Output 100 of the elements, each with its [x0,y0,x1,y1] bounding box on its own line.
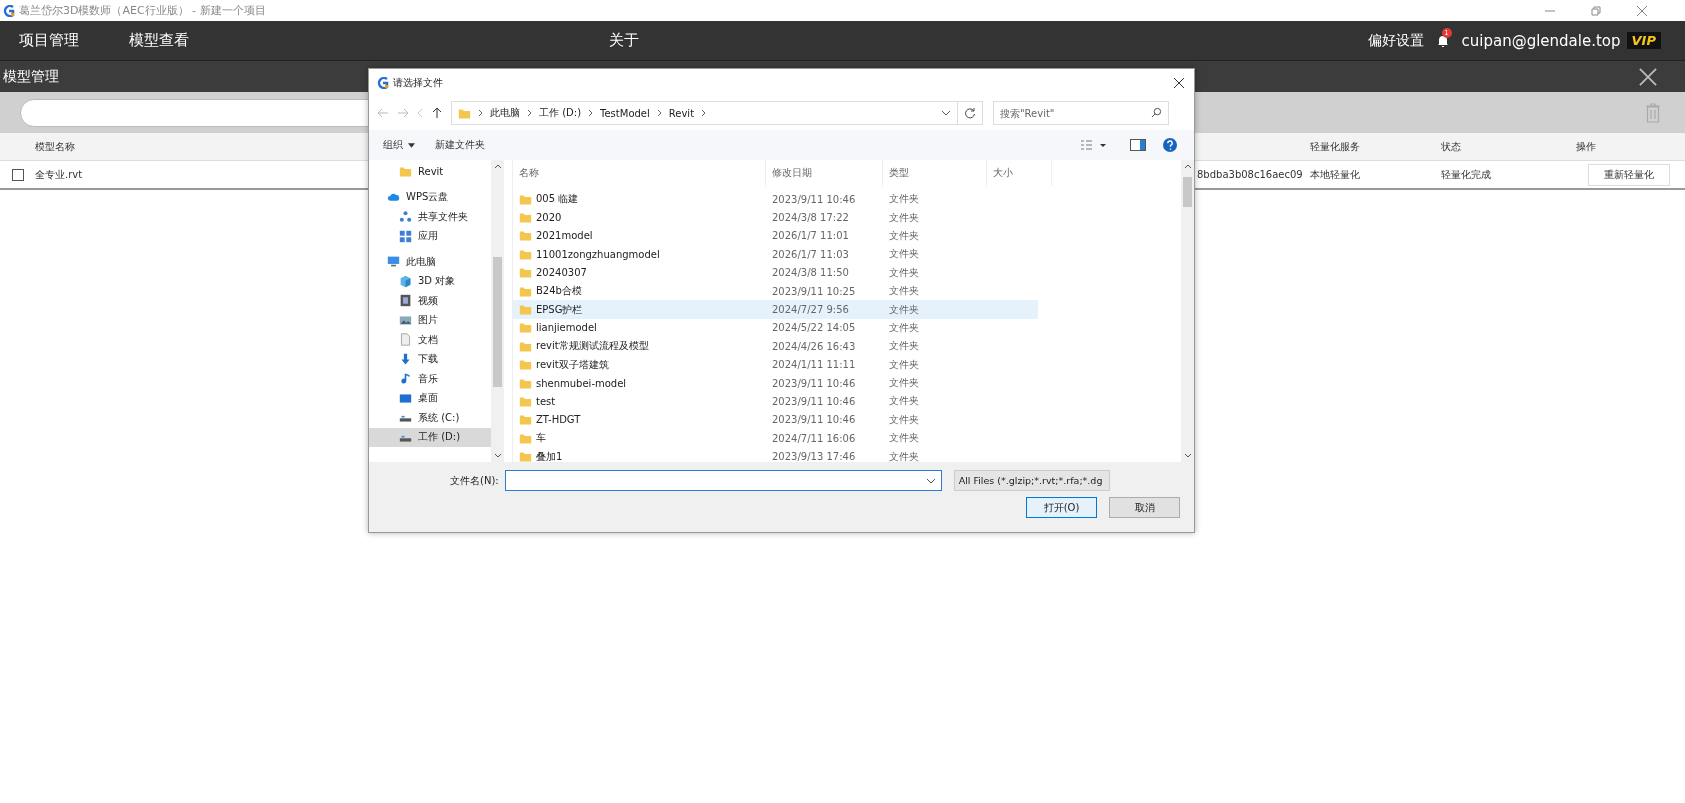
file-type: 文件夹 [888,412,920,427]
file-row[interactable]: 2021model 2026/1/7 11:01 文件夹 [513,226,1038,246]
breadcrumb-item[interactable]: 此电脑 [490,106,520,120]
file-date: 2024/3/8 17:22 [771,212,850,224]
menu-item[interactable]: 关于 [596,31,652,50]
preferences-link[interactable]: 偏好设置 [1367,31,1424,50]
folder-icon [519,211,532,225]
breadcrumb-item[interactable]: TestModel [600,107,650,119]
file-row[interactable]: 11001zongzhuangmodel 2026/1/7 11:03 文件夹 [513,245,1038,264]
file-type-dropdown[interactable]: All Files (*.glzip;*.rvt;*.rfa;*.dg [953,470,1110,491]
scroll-down-icon[interactable] [493,453,502,458]
relight-button[interactable]: 重新轻量化 [1588,163,1670,186]
scroll-up-icon[interactable] [1183,164,1192,169]
up-arrow-icon[interactable] [431,107,443,119]
nav-item[interactable]: 此电脑 [369,252,491,272]
breadcrumb-item[interactable]: Revit [668,107,695,119]
chevron-right-icon [588,109,594,117]
file-type: 文件夹 [888,376,920,391]
vip-badge: VIP [1626,32,1661,49]
address-bar[interactable]: 此电脑 工作 (D:) TestModel Revit [451,101,958,125]
file-row[interactable]: lianjiemodel 2024/5/22 14:05 文件夹 [513,318,1038,338]
help-icon[interactable] [1162,138,1178,152]
chevron-down-icon[interactable] [925,478,936,484]
menu-item[interactable]: 模型查看 [116,31,202,50]
refresh-button[interactable] [957,101,983,125]
nav-item[interactable]: 文档 [369,330,491,350]
file-type: 文件夹 [888,284,920,299]
file-row[interactable]: revit常规测试流程及模型 2024/4/26 16:43 文件夹 [513,337,1038,356]
cancel-button[interactable]: 取消 [1109,497,1180,518]
file-row[interactable]: shenmubei-model 2023/9/11 10:46 文件夹 [513,373,1038,393]
new-folder-button[interactable]: 新建文件夹 [435,138,485,152]
nav-item[interactable]: 共享文件夹 [369,207,491,227]
music-note-icon [399,372,412,386]
nav-item[interactable]: Revit [369,162,491,182]
close-icon[interactable] [1174,77,1184,88]
folder-icon [519,376,532,390]
nav-item[interactable]: 系统 (C:) [369,408,491,428]
checkbox[interactable] [11,168,24,181]
document-icon [399,333,412,347]
restore-icon[interactable] [1591,5,1601,16]
folder-icon [519,303,532,317]
search-field[interactable]: 搜索"Revit" [993,101,1169,125]
file-date: 2023/9/11 10:46 [771,377,857,389]
folder-icon [519,431,532,445]
file-row[interactable]: 2020 2024/3/8 17:22 文件夹 [513,208,1038,227]
column-header[interactable]: 名称 [513,160,766,186]
file-row[interactable]: B24b合模 2023/9/11 10:25 文件夹 [513,281,1038,301]
nav-item[interactable]: 音乐 [369,369,491,389]
file-row[interactable]: 005 临建 2023/9/11 10:46 文件夹 [513,190,1038,209]
file-row[interactable]: 20240307 2024/3/8 11:50 文件夹 [513,263,1038,282]
file-type: 文件夹 [888,320,920,335]
chevron-down-icon[interactable] [941,110,951,116]
nav-item[interactable]: 视频 [369,291,491,311]
nav-item[interactable]: 应用 [369,226,491,246]
user-email[interactable]: cuipan@glendale.top [1461,31,1621,50]
scrollbar[interactable] [491,160,504,462]
column-header[interactable]: 修改日期 [766,160,883,186]
scroll-thumb[interactable] [493,257,502,387]
column-header: 模型名称 [35,139,76,154]
file-row[interactable]: test 2023/9/11 10:46 文件夹 [513,392,1038,411]
app-logo-icon [377,76,389,89]
nav-item[interactable]: 桌面 [369,388,491,408]
file-row[interactable]: ZT-HDGT 2023/9/11 10:46 文件夹 [513,410,1038,430]
view-options-icon[interactable] [1080,139,1106,151]
nav-item[interactable]: 3D 对象 [369,271,491,291]
scroll-thumb[interactable] [1183,177,1192,207]
file-name: 20240307 [536,267,587,279]
scroll-down-icon[interactable] [1183,453,1192,458]
scroll-up-icon[interactable] [493,164,502,169]
panel-title: 模型管理 [3,67,59,86]
folder-icon [458,106,471,120]
file-row[interactable]: EPSG护栏 2024/7/27 9:56 文件夹 [513,300,1038,319]
folder-icon [519,229,532,243]
menu-item[interactable]: 项目管理 [6,31,92,50]
file-row[interactable]: revit双子塔建筑 2024/1/11 11:11 文件夹 [513,355,1038,374]
nav-item[interactable]: WPS云盘 [369,187,491,207]
breadcrumb-item[interactable]: 工作 (D:) [539,106,582,120]
file-type: 文件夹 [888,192,920,207]
file-row[interactable]: 车 2024/7/11 16:06 文件夹 [513,429,1038,448]
open-button[interactable]: 打开(O) [1026,497,1097,518]
file-row[interactable]: 叠加1 2023/9/13 17:46 文件夹 [513,447,1038,466]
file-date: 2024/4/26 16:43 [771,340,857,352]
back-arrow-icon[interactable] [377,107,389,119]
filename-field[interactable] [504,470,942,491]
folder-icon [519,266,532,280]
folder-icon [519,321,532,335]
nav-item[interactable]: 图片 [369,310,491,330]
file-name: ZT-HDGT [536,414,581,426]
forward-arrow-icon[interactable] [397,107,409,119]
folder-icon [519,450,532,464]
column-header[interactable]: 大小 [987,160,1052,186]
preview-pane-icon[interactable] [1130,138,1146,152]
close-icon[interactable] [1639,67,1657,86]
nav-item[interactable]: 下载 [369,349,491,369]
column-header[interactable]: 类型 [883,160,987,186]
scrollbar[interactable] [1181,160,1194,462]
organize-menu[interactable]: 组织 [383,138,415,152]
network-icon [399,210,412,224]
nav-item[interactable]: 工作 (D:) [369,427,491,447]
file-type: 文件夹 [888,449,920,464]
